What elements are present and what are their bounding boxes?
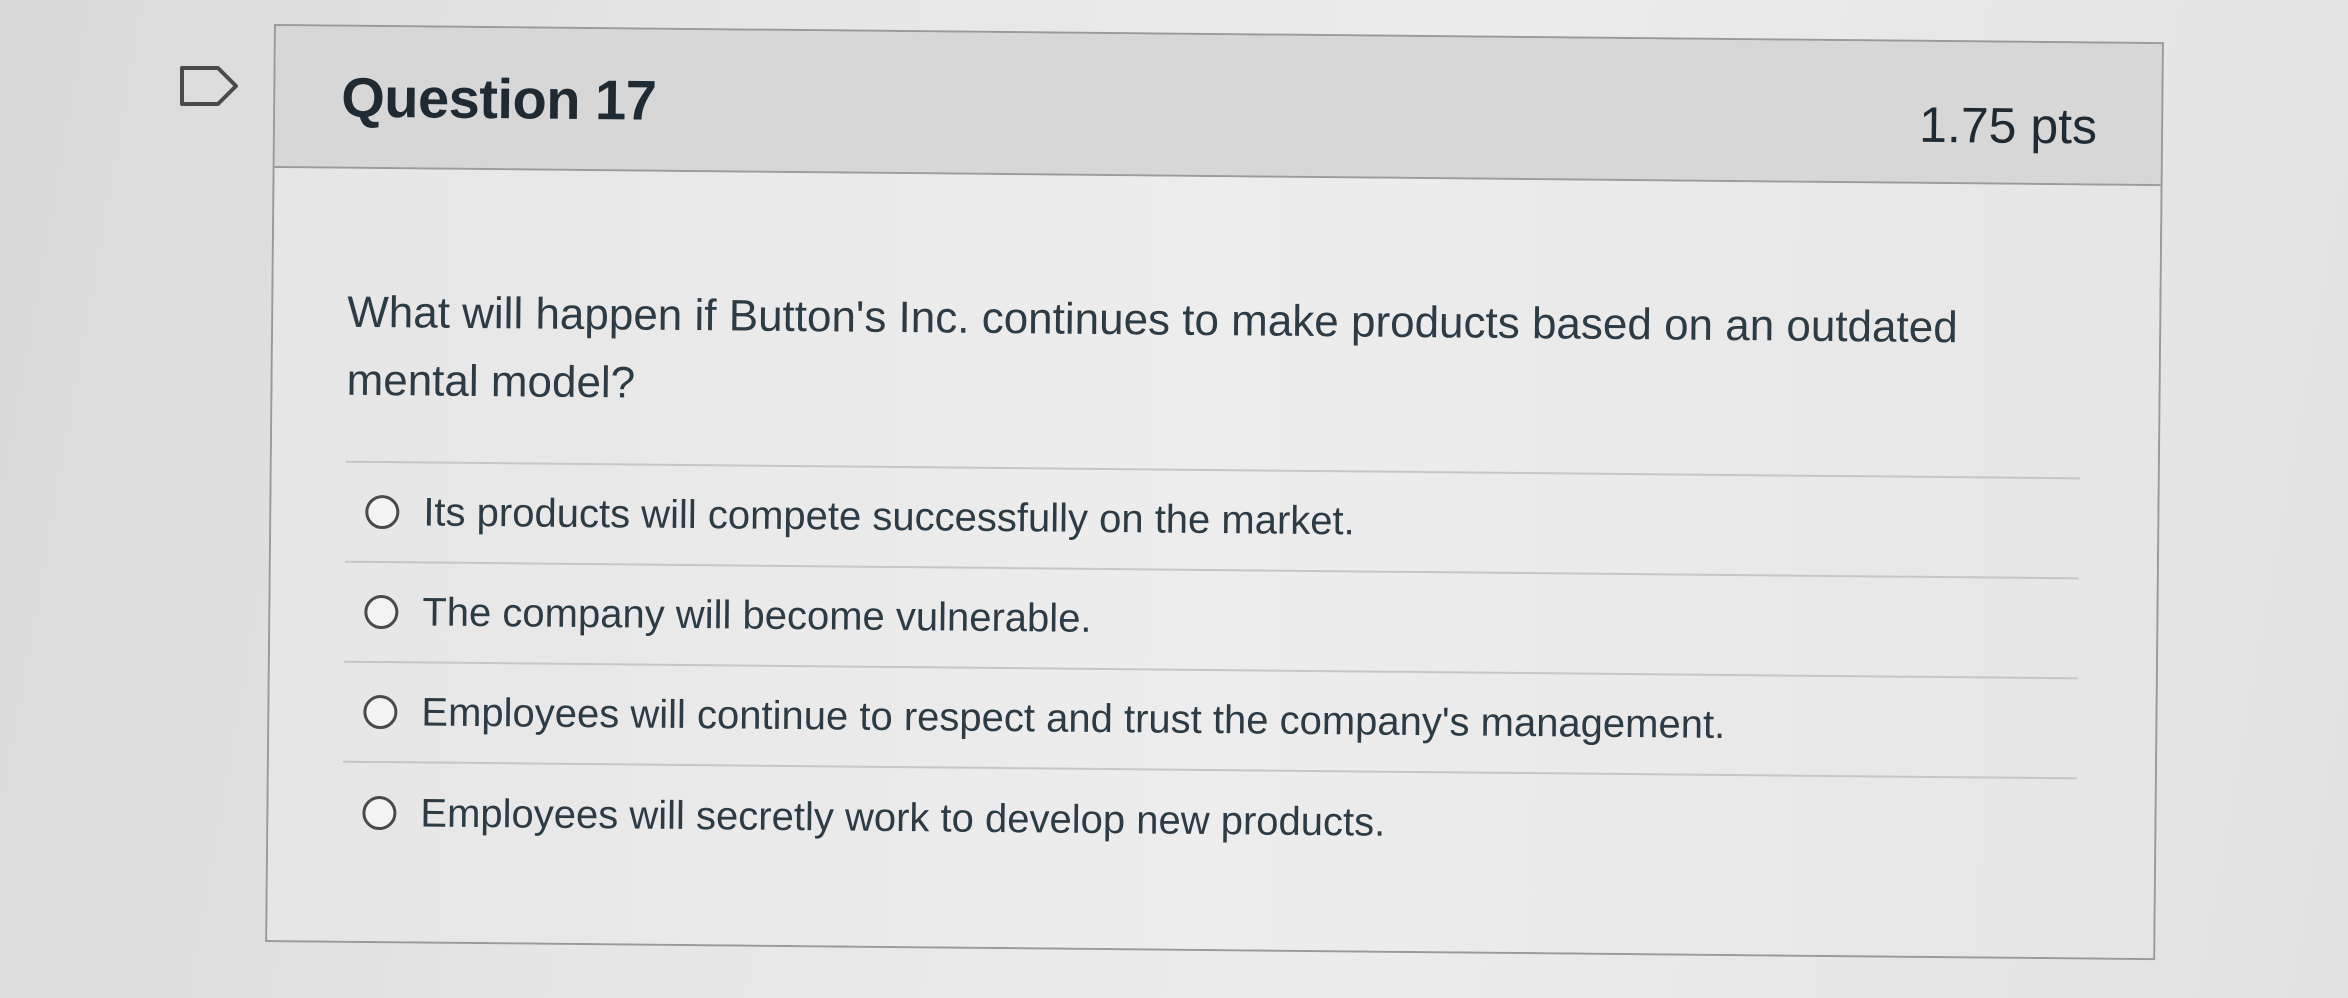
answer-label[interactable]: Its products will compete successfully o… — [423, 490, 1355, 544]
answer-option[interactable]: Its products will compete successfully o… — [344, 462, 2080, 580]
answer-option[interactable]: Employees will continue to respect and t… — [342, 662, 2078, 780]
radio-unselected-icon[interactable] — [364, 594, 399, 630]
radio-unselected-icon[interactable] — [362, 795, 397, 831]
answer-list: Its products will compete successfully o… — [341, 460, 2080, 880]
question-title: Question 17 — [340, 65, 657, 132]
radio-unselected-icon[interactable] — [365, 494, 400, 530]
question-text: What will happen if Button's Inc. contin… — [346, 287, 1958, 408]
question-card: Question 17 1.75 pts What will happen if… — [265, 24, 2164, 961]
answer-label[interactable]: The company will become vulnerable. — [422, 590, 1092, 641]
flag-question-icon[interactable] — [178, 64, 242, 108]
answer-option[interactable]: Employees will secretly work to develop … — [342, 763, 2077, 880]
answer-label[interactable]: Employees will continue to respect and t… — [421, 690, 1725, 748]
answer-label[interactable]: Employees will secretly work to develop … — [420, 791, 1385, 845]
question-body: What will happen if Button's Inc. contin… — [267, 168, 2161, 959]
question-header: Question 17 1.75 pts — [274, 26, 2162, 187]
radio-unselected-icon[interactable] — [363, 694, 398, 730]
question-points: 1.75 pts — [1918, 96, 2098, 155]
answer-option[interactable]: The company will become vulnerable. — [343, 562, 2079, 680]
